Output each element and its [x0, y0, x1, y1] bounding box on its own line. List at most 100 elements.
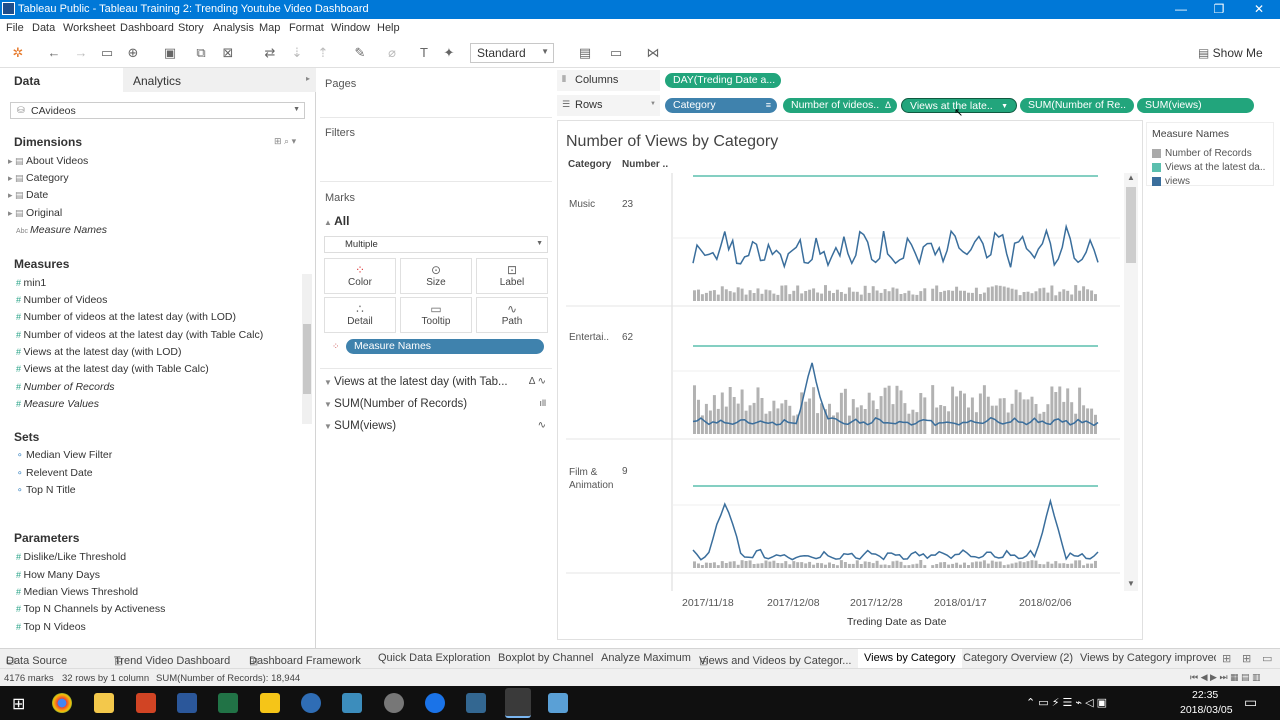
dimension-item-category[interactable]: ▸ ▤ Category	[8, 172, 69, 184]
group-icon[interactable]: ⌀	[384, 45, 400, 61]
pages-card[interactable]: Pages	[320, 70, 552, 118]
dimension-item-about[interactable]: ▸ ▤ About Videos	[8, 155, 88, 167]
size-button[interactable]: ⊙ Size	[400, 258, 472, 294]
dimension-item-original[interactable]: ▸ ▤ Original	[8, 207, 62, 219]
marks-all-tab[interactable]: ▲ All	[324, 214, 349, 228]
tableau-taskbar-icon[interactable]	[505, 688, 531, 718]
parameter-item[interactable]: # Top N Channels by Activeness	[16, 603, 165, 615]
new-dashboard-icon[interactable]: ⊞	[1242, 652, 1251, 665]
mark-type-dropdown[interactable]: Multiple ▼	[324, 236, 548, 253]
filters-card[interactable]: Filters	[320, 122, 552, 182]
parameter-item[interactable]: # Top N Videos	[16, 621, 86, 633]
labels-icon[interactable]: T	[416, 45, 432, 61]
mark-card-views-latest[interactable]: ▼ Views at the latest day (with Tab... Δ …	[324, 376, 550, 388]
new-worksheet-icon[interactable]: ▣	[162, 45, 178, 61]
menu-window[interactable]: Window	[331, 22, 370, 34]
rows-pill-sum-views[interactable]: SUM(views)	[1137, 98, 1254, 113]
menu-dashboard[interactable]: Dashboard	[120, 22, 174, 34]
menu-file[interactable]: File	[6, 22, 24, 34]
menu-format[interactable]: Format	[289, 22, 324, 34]
legend-item[interactable]: Number of Records	[1152, 147, 1252, 159]
undo-icon[interactable]: ←	[46, 45, 62, 61]
measure-item[interactable]: # Views at the latest day (with Table Ca…	[16, 363, 209, 375]
set-item[interactable]: ⚬ Top N Title	[16, 484, 76, 496]
set-item[interactable]: ⚬ Relevent Date	[16, 467, 93, 479]
sheet-nav-icon[interactable]: ⏮ ◀ ▶ ⏭ ▦ ▤ ▥	[1190, 672, 1261, 683]
parameter-item[interactable]: # Dislike/Like Threshold	[16, 551, 126, 563]
app-icon[interactable]	[384, 693, 404, 713]
tab-data[interactable]: Data	[0, 68, 123, 92]
set-item[interactable]: ⚬ Median View Filter	[16, 449, 112, 461]
legend-item[interactable]: Views at the latest da..	[1152, 161, 1265, 173]
menu-data[interactable]: Data	[32, 22, 55, 34]
scrollbar-thumb[interactable]	[1126, 187, 1136, 263]
menu-help[interactable]: Help	[377, 22, 400, 34]
tableau-logo-icon[interactable]: ✲	[10, 45, 26, 61]
measure-item[interactable]: # Number of videos at the latest day (wi…	[16, 311, 236, 323]
label-button[interactable]: ⊡ Label	[476, 258, 548, 294]
measure-names-pill[interactable]: Measure Names	[346, 339, 544, 354]
rows-pill-category[interactable]: Category ≡	[665, 98, 777, 113]
measure-item[interactable]: # min1	[16, 277, 46, 289]
scroll-up-icon[interactable]: ▲	[1127, 173, 1135, 182]
app-icon[interactable]	[548, 693, 568, 713]
cards-icon[interactable]: ▤	[577, 45, 593, 61]
word-icon[interactable]	[177, 693, 197, 713]
measure-item[interactable]: # Views at the latest day (with LOD)	[16, 346, 181, 358]
presentation-icon[interactable]: ▭	[608, 45, 624, 61]
excel-icon[interactable]	[218, 693, 238, 713]
tab-boxplot-by-channel[interactable]: Boxplot by Channel	[498, 652, 593, 664]
tab-views-by-category[interactable]: Views by Category	[858, 649, 962, 668]
redo-icon[interactable]: →	[73, 45, 89, 61]
tab-category-overview-2[interactable]: Category Overview (2)	[963, 652, 1073, 664]
tab-analytics[interactable]: Analytics ▸	[123, 68, 316, 92]
scrollbar-thumb[interactable]	[303, 324, 311, 394]
fit-dropdown[interactable]: Standard ▼	[470, 43, 554, 63]
dimension-tools-icon[interactable]: ⊞ ⌕ ▾	[274, 136, 296, 147]
save-icon[interactable]: ▭	[99, 45, 115, 61]
app-icon[interactable]	[466, 693, 486, 713]
chrome-icon[interactable]	[52, 693, 72, 713]
mark-card-sum-views[interactable]: ▼ SUM(views) ∿	[324, 420, 550, 432]
windows-start-icon[interactable]: ⊞	[12, 694, 25, 714]
menu-story[interactable]: Story	[178, 22, 204, 34]
r-icon[interactable]	[301, 693, 321, 713]
menu-map[interactable]: Map	[259, 22, 280, 34]
menu-analysis[interactable]: Analysis	[213, 22, 254, 34]
sort-desc-icon[interactable]: ⇡	[315, 45, 331, 61]
color-button[interactable]: ⁘ Color	[324, 258, 396, 294]
trend-chart[interactable]	[558, 121, 1144, 641]
new-sheet-icon[interactable]: ⊞	[1222, 652, 1231, 665]
measure-item[interactable]: # Number of Videos	[16, 294, 107, 306]
tooltip-button[interactable]: ▭ Tooltip	[400, 297, 472, 333]
duplicate-icon[interactable]: ⧉	[193, 45, 209, 61]
rows-pill-sum-records[interactable]: SUM(Number of Re..	[1020, 98, 1134, 113]
fix-axes-icon[interactable]: ✦	[441, 45, 457, 61]
mark-card-sum-records[interactable]: ▼ SUM(Number of Records) ıll	[324, 398, 550, 410]
parameter-item[interactable]: # How Many Days	[16, 569, 100, 581]
dimension-item-date[interactable]: ▸ ▤ Date	[8, 189, 48, 201]
measure-item[interactable]: # Number of Records	[16, 381, 115, 393]
datasource-select[interactable]: ⛁ CAvideos ▼	[10, 102, 305, 119]
new-datasource-icon[interactable]: ⊕	[125, 45, 141, 61]
rows-pill-number-videos[interactable]: Number of videos.. Δ	[783, 98, 897, 113]
tab-quick-data-exploration[interactable]: Quick Data Exploration	[378, 652, 491, 664]
show-me-button[interactable]: ▤ Show Me	[1198, 46, 1263, 60]
scroll-down-icon[interactable]: ▼	[1127, 579, 1135, 588]
powerpoint-icon[interactable]	[136, 693, 156, 713]
dimension-item-measure-names[interactable]: Abc Measure Names	[16, 224, 107, 236]
measures-scrollbar[interactable]	[302, 274, 312, 424]
tab-analyze-maximum[interactable]: Analyze Maximum	[601, 652, 691, 664]
sort-asc-icon[interactable]: ⇣	[289, 45, 305, 61]
close-button[interactable]: ✕	[1240, 0, 1278, 19]
tray-icons[interactable]: ⌃ ▭ ⚡ ☰ ⌁ ◁ ▣	[1026, 696, 1107, 709]
path-button[interactable]: ∿ Path	[476, 297, 548, 333]
measure-item[interactable]: # Measure Values	[16, 398, 99, 410]
share-icon[interactable]: ⋈	[645, 45, 661, 61]
maximize-button[interactable]: ❐	[1200, 0, 1238, 19]
minimize-button[interactable]: —	[1162, 0, 1200, 19]
app-icon[interactable]	[425, 693, 445, 713]
pane-menu-icon[interactable]: ▸	[306, 74, 310, 83]
highlight-icon[interactable]: ✎	[352, 45, 368, 61]
measure-item[interactable]: # Number of videos at the latest day (wi…	[16, 329, 263, 341]
